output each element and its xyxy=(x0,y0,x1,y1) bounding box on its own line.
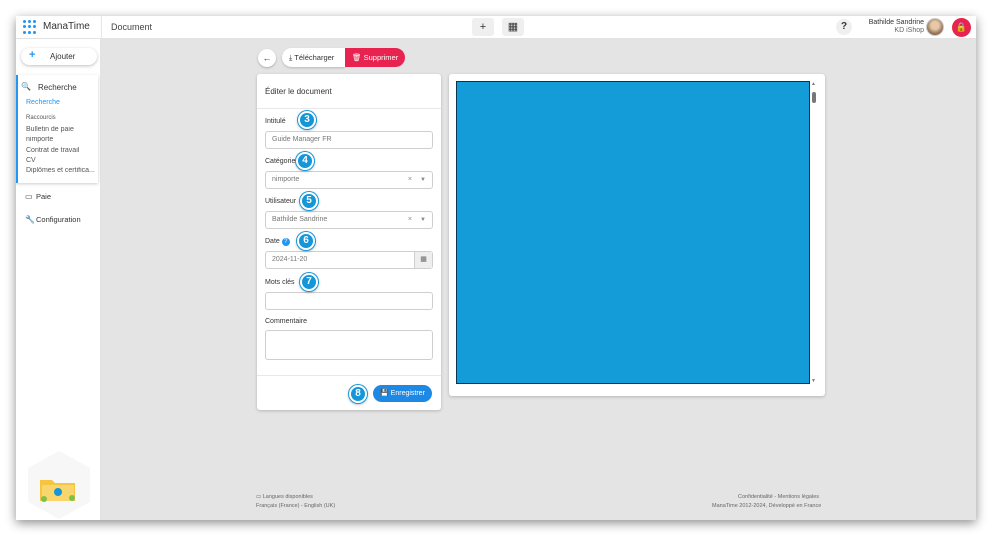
user-name: Bathilde Sandrine xyxy=(868,19,924,26)
date-label: Date ? xyxy=(265,238,290,246)
folder-illustration-icon xyxy=(40,480,75,502)
keywords-field[interactable] xyxy=(265,292,433,310)
help-icon[interactable]: ? xyxy=(281,238,290,246)
calendar-button[interactable]: ▦ xyxy=(502,18,524,36)
languages-list[interactable]: Français (France) - English (UK) xyxy=(256,503,335,509)
user-label: Utilisateur xyxy=(265,198,297,205)
calendar-icon: ▦ xyxy=(507,21,519,33)
scrollbar-thumb[interactable] xyxy=(812,92,816,103)
delete-button[interactable]: 🗑 Supprimer xyxy=(345,48,405,67)
sidebar-item-label: Paie xyxy=(36,192,52,201)
sidebar-item-configuration[interactable]: 🔧Configuration xyxy=(25,215,81,224)
download-icon: ⤓ xyxy=(289,53,293,62)
clear-icon[interactable]: × xyxy=(408,172,412,188)
page-title: Document xyxy=(111,22,153,32)
arrow-left-icon: ← xyxy=(262,53,272,63)
languages-title-text: Langues disponibles xyxy=(262,494,313,500)
step-badge: 5 xyxy=(300,192,318,210)
sidebar-item-label: Configuration xyxy=(36,215,81,224)
clear-icon[interactable]: × xyxy=(408,212,412,228)
preview-area[interactable] xyxy=(456,81,810,384)
app-window: ManaTime Document + ▦ ? Bathilde Sandrin… xyxy=(16,16,976,520)
chevron-down-icon[interactable]: ▼ xyxy=(420,212,426,228)
user-company: KD iShop xyxy=(894,27,924,34)
download-button[interactable]: ⤓ Télécharger xyxy=(282,48,345,67)
sidebar-item-recherche[interactable]: Recherche xyxy=(26,99,60,106)
add-button-label: Ajouter xyxy=(50,52,76,61)
flag-icon: ▭ xyxy=(256,494,262,500)
save-button[interactable]: 💾 Enregistrer xyxy=(373,385,432,402)
quick-add-button[interactable]: + xyxy=(472,18,494,36)
user-select[interactable]: Bathilde Sandrine × ▼ xyxy=(265,211,433,229)
search-title[interactable]: Recherche xyxy=(38,83,77,92)
app-name: ManaTime xyxy=(43,21,90,32)
save-icon: 💾 xyxy=(380,390,389,397)
search-icon: 🔍 xyxy=(21,82,31,91)
edit-document-form: Éditer le document Intitulé Guide Manage… xyxy=(257,74,441,410)
form-title: Éditer le document xyxy=(265,87,332,96)
step-badge: 6 xyxy=(297,232,315,250)
search-panel: 🔍 Recherche Recherche Raccourcis Bulleti… xyxy=(16,75,98,183)
sidebar: + Ajouter 🔍 Recherche Recherche Raccourc… xyxy=(16,39,101,520)
scroll-down-icon[interactable]: ▼ xyxy=(811,378,816,384)
step-badge: 4 xyxy=(296,152,314,170)
divider xyxy=(101,16,102,39)
step-badge: 3 xyxy=(298,111,316,129)
sidebar-item-paie[interactable]: ▭ Paie xyxy=(25,192,51,201)
divider xyxy=(257,375,441,376)
step-badge: 7 xyxy=(300,273,318,291)
divider xyxy=(257,108,441,109)
category-select[interactable]: nimporte × ▼ xyxy=(265,171,433,189)
user-value: Bathilde Sandrine xyxy=(272,216,328,223)
legal-links[interactable]: Confidentialité - Mentions légales xyxy=(738,494,819,500)
chevron-down-icon[interactable]: ▼ xyxy=(420,172,426,188)
step-badge: 8 xyxy=(349,385,367,403)
shortcut-item[interactable]: Contrat de travail xyxy=(26,147,98,154)
shortcut-item[interactable]: Diplômes et certifica... xyxy=(26,167,98,174)
help-button[interactable]: ? xyxy=(836,19,852,35)
lock-icon: 🔒 xyxy=(955,22,968,32)
date-value: 2024-11-20 xyxy=(272,256,308,263)
category-label: Catégorie xyxy=(265,158,296,165)
scrollbar[interactable]: ▲ ▼ xyxy=(811,81,818,384)
trash-icon: 🗑 xyxy=(352,53,362,62)
calendar-icon[interactable]: ▦ xyxy=(414,252,432,268)
app-launcher-icon[interactable] xyxy=(23,20,37,34)
shortcut-item[interactable]: nimporte xyxy=(26,136,98,143)
avatar[interactable] xyxy=(926,18,944,36)
back-button[interactable]: ← xyxy=(258,49,276,67)
cash-register-icon: ▭ xyxy=(25,192,33,201)
shortcut-item[interactable]: Bulletin de paie xyxy=(26,126,98,133)
save-button-label: Enregistrer xyxy=(390,390,425,397)
scroll-up-icon[interactable]: ▲ xyxy=(811,81,816,87)
languages-title: ▭ Langues disponibles xyxy=(256,494,313,500)
title-label: Intitulé xyxy=(265,118,286,125)
delete-button-label: Supprimer xyxy=(363,53,399,62)
title-field[interactable]: Guide Manager FR xyxy=(265,131,433,149)
add-button[interactable]: + Ajouter xyxy=(21,48,97,65)
document-preview: ▲ ▼ xyxy=(449,74,825,396)
comment-textarea[interactable] xyxy=(265,330,433,360)
wrench-icon: 🔧 xyxy=(25,215,35,224)
shortcut-item[interactable]: CV xyxy=(26,157,98,164)
plus-icon: + xyxy=(29,49,36,61)
category-value: nimporte xyxy=(272,176,300,183)
comment-label: Commentaire xyxy=(265,318,308,325)
copyright: ManaTime 2012-2024, Développé en France xyxy=(712,503,822,509)
keywords-label: Mots clés xyxy=(265,279,295,286)
download-button-label: Télécharger xyxy=(294,53,335,62)
date-field[interactable]: 2024-11-20 ▦ xyxy=(265,251,433,269)
top-bar: ManaTime Document + ▦ ? Bathilde Sandrin… xyxy=(16,16,976,39)
date-label-text: Date xyxy=(265,238,280,245)
lock-button[interactable]: 🔒 xyxy=(952,18,971,37)
shortcuts-title: Raccourcis xyxy=(26,115,56,121)
